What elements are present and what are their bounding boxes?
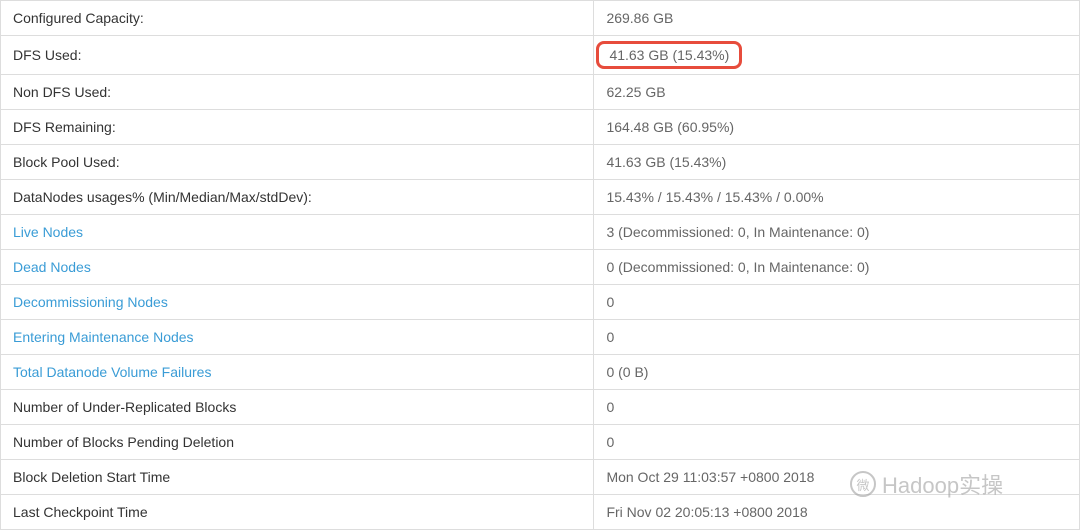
row-label: Configured Capacity: xyxy=(1,1,594,36)
row-value: 0 xyxy=(594,425,1080,460)
row-label-link[interactable]: Decommissioning Nodes xyxy=(13,294,168,310)
row-value: 0 xyxy=(594,390,1080,425)
row-label: DataNodes usages% (Min/Median/Max/stdDev… xyxy=(1,180,594,215)
row-label: Number of Under-Replicated Blocks xyxy=(1,390,594,425)
row-value: Fri Nov 02 20:05:13 +0800 2018 xyxy=(594,495,1080,530)
table-row: Total Datanode Volume Failures 0 (0 B) xyxy=(1,355,1080,390)
row-label: Decommissioning Nodes xyxy=(1,285,594,320)
table-row: Live Nodes 3 (Decommissioned: 0, In Maint… xyxy=(1,215,1080,250)
table-row: Configured Capacity:269.86 GB xyxy=(1,1,1080,36)
table-row: Non DFS Used:62.25 GB xyxy=(1,75,1080,110)
row-label: Block Pool Used: xyxy=(1,145,594,180)
row-value: 41.63 GB (15.43%) xyxy=(594,145,1080,180)
row-value: 0 (0 B) xyxy=(594,355,1080,390)
highlighted-value: 41.63 GB (15.43%) xyxy=(596,41,742,69)
table-row: DFS Remaining:164.48 GB (60.95%) xyxy=(1,110,1080,145)
table-row: Dead Nodes 0 (Decommissioned: 0, In Maint… xyxy=(1,250,1080,285)
row-value: 0 xyxy=(594,320,1080,355)
row-value: 3 (Decommissioned: 0, In Maintenance: 0) xyxy=(594,215,1080,250)
wechat-icon: 微 xyxy=(850,471,876,497)
table-row: DataNodes usages% (Min/Median/Max/stdDev… xyxy=(1,180,1080,215)
table-row: Number of Blocks Pending Deletion0 xyxy=(1,425,1080,460)
row-label: Entering Maintenance Nodes xyxy=(1,320,594,355)
watermark-text: Hadoop实操 xyxy=(882,468,1003,500)
row-label: Number of Blocks Pending Deletion xyxy=(1,425,594,460)
row-value: 269.86 GB xyxy=(594,1,1080,36)
table-row: Block Pool Used:41.63 GB (15.43%) xyxy=(1,145,1080,180)
summary-table: Configured Capacity:269.86 GBDFS Used:41… xyxy=(0,0,1080,530)
row-value: 0 (Decommissioned: 0, In Maintenance: 0) xyxy=(594,250,1080,285)
row-value: 15.43% / 15.43% / 15.43% / 0.00% xyxy=(594,180,1080,215)
hdfs-summary-panel: Configured Capacity:269.86 GBDFS Used:41… xyxy=(0,0,1080,530)
row-value: 164.48 GB (60.95%) xyxy=(594,110,1080,145)
row-label: Non DFS Used: xyxy=(1,75,594,110)
table-row: DFS Used:41.63 GB (15.43%) xyxy=(1,36,1080,75)
row-label: DFS Remaining: xyxy=(1,110,594,145)
row-label: Last Checkpoint Time xyxy=(1,495,594,530)
table-row: Entering Maintenance Nodes 0 xyxy=(1,320,1080,355)
table-row: Number of Under-Replicated Blocks0 xyxy=(1,390,1080,425)
row-label: Total Datanode Volume Failures xyxy=(1,355,594,390)
row-value: 62.25 GB xyxy=(594,75,1080,110)
row-label: Dead Nodes xyxy=(1,250,594,285)
row-label: Block Deletion Start Time xyxy=(1,460,594,495)
row-value: 0 xyxy=(594,285,1080,320)
watermark: 微 Hadoop实操 xyxy=(850,468,1003,500)
row-label-link[interactable]: Dead Nodes xyxy=(13,259,91,275)
row-label-link[interactable]: Live Nodes xyxy=(13,224,83,240)
row-value: Mon Oct 29 11:03:57 +0800 2018 xyxy=(594,460,1080,495)
row-label-link[interactable]: Total Datanode Volume Failures xyxy=(13,364,211,380)
row-label: Live Nodes xyxy=(1,215,594,250)
row-label: DFS Used: xyxy=(1,36,594,75)
table-row: Decommissioning Nodes 0 xyxy=(1,285,1080,320)
row-label-link[interactable]: Entering Maintenance Nodes xyxy=(13,329,194,345)
row-value: 41.63 GB (15.43%) xyxy=(594,36,1080,75)
